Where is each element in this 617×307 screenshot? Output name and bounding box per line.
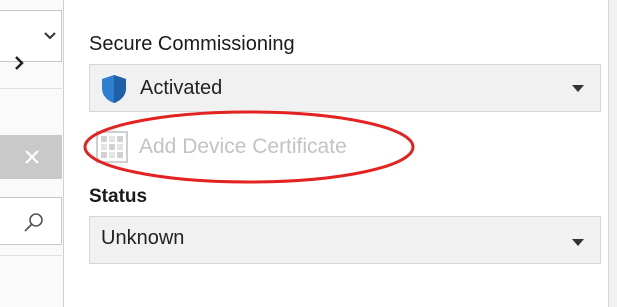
search-input[interactable] [0,197,62,245]
certificate-grid-icon [96,131,128,163]
pane-divider [63,0,64,307]
divider [0,255,62,256]
caret-down-icon [572,85,584,92]
status-label: Status [89,186,148,207]
divider [0,88,62,89]
add-device-certificate-button[interactable]: Add Device Certificate [89,124,389,170]
panel-right-edge [608,0,617,307]
left-dropdown[interactable] [0,10,62,62]
secure-commissioning-value: Activated [140,77,223,99]
secure-commissioning-label: Secure Commissioning [89,33,295,55]
search-icon [24,213,43,232]
secure-commissioning-dropdown[interactable]: Activated [89,64,601,112]
caret-down-icon [572,239,584,246]
close-button[interactable] [0,135,62,179]
status-value: Unknown [101,227,185,249]
left-pane [0,0,64,307]
shield-icon [102,75,126,103]
chevron-right-icon[interactable] [14,56,24,70]
chevron-down-icon [44,32,56,40]
add-device-certificate-label: Add Device Certificate [139,135,347,158]
status-dropdown[interactable]: Unknown [89,216,601,264]
close-icon [25,150,39,164]
